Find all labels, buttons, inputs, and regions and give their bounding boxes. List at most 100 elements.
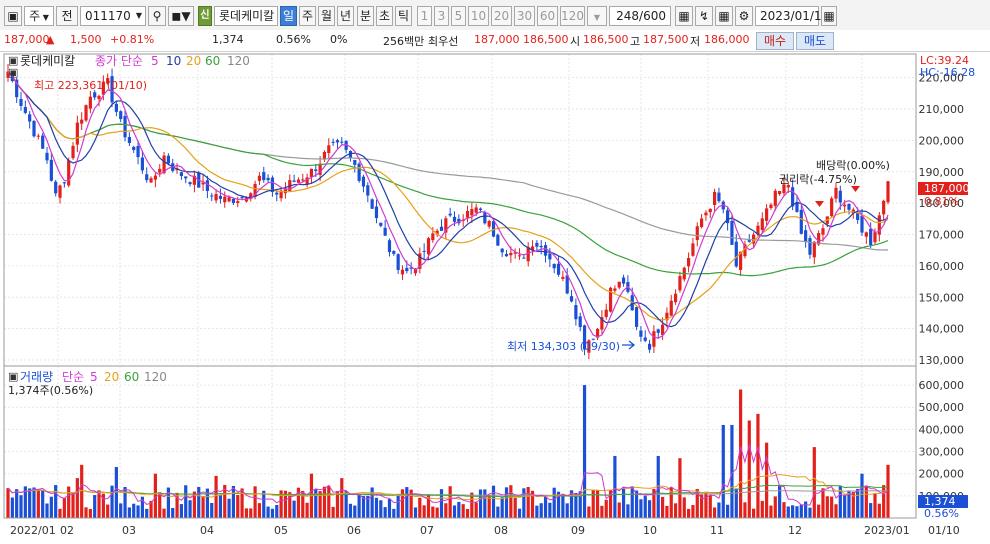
- volume-bar: [856, 488, 860, 518]
- expand-icon[interactable]: ▣: [4, 6, 22, 26]
- x-tick-label: 04: [200, 524, 214, 537]
- candle-body: [669, 300, 673, 316]
- volume-bar: [266, 506, 270, 518]
- candle-body: [791, 187, 795, 207]
- volume-pct: 0.56%: [276, 33, 311, 46]
- current-price: 187,000: [4, 33, 50, 46]
- minute-option-3[interactable]: 3: [434, 6, 449, 26]
- candle-body: [574, 305, 578, 320]
- volume-bar: [535, 505, 539, 518]
- volume-bar: [721, 424, 725, 518]
- layout-icon[interactable]: ▦: [715, 6, 733, 26]
- volume-bar: [45, 503, 49, 518]
- candle-body: [23, 106, 27, 113]
- volume-bar: [36, 489, 40, 518]
- volume-bar: [708, 494, 712, 518]
- tab-minute[interactable]: 분: [357, 6, 374, 26]
- volume-bar: [743, 502, 747, 518]
- volume-bar: [210, 502, 214, 518]
- volume-bar: [817, 504, 821, 518]
- turnover-pct: 0%: [330, 33, 348, 46]
- volume-bar: [513, 497, 517, 518]
- minute-option-1[interactable]: 1: [417, 6, 432, 26]
- search-icon[interactable]: ⚲: [148, 6, 166, 26]
- tab-year[interactable]: 년: [337, 6, 354, 26]
- candle-icon[interactable]: ▦: [675, 6, 693, 26]
- candle-body: [353, 159, 357, 165]
- volume-bar: [461, 504, 465, 518]
- chart-area[interactable]: 130,000 140,000 150,000 160,000 170,000 180,0…: [0, 52, 990, 541]
- candle-body: [387, 240, 392, 253]
- trade-amount: 256백만: [383, 35, 425, 48]
- high-price: 187,500: [643, 33, 689, 46]
- volume-bar: [405, 487, 409, 518]
- candle-body: [704, 212, 708, 216]
- volume-bar: [201, 496, 205, 518]
- volume-bar: [869, 503, 873, 518]
- candle-body: [834, 187, 838, 199]
- buy-button[interactable]: 매수: [756, 32, 794, 50]
- volume-bar: [331, 506, 335, 518]
- volume-bar: [769, 505, 773, 518]
- tab-week[interactable]: 주: [299, 6, 316, 26]
- candle-body: [708, 208, 712, 213]
- candle-body: [309, 168, 314, 177]
- stock-code-value: 011170: [85, 9, 131, 23]
- minute-option-120[interactable]: 120: [560, 6, 585, 26]
- current-volume-pct-tag: 0.56%: [924, 507, 959, 520]
- candle-body: [58, 185, 62, 198]
- volume-bar: [552, 487, 556, 518]
- tab-tick[interactable]: 틱: [395, 6, 412, 26]
- volume-bar: [214, 475, 218, 518]
- candle-body: [778, 191, 782, 195]
- volume-bar: [32, 487, 36, 518]
- volume-bar: [348, 503, 353, 518]
- x-tick-label: 06: [347, 524, 361, 537]
- sell-button[interactable]: 매도: [796, 32, 834, 50]
- volume-bar: [656, 455, 660, 518]
- candle-body: [695, 226, 699, 241]
- x-tick-label: 05: [274, 524, 288, 537]
- candle-body: [500, 248, 504, 253]
- candle-body: [41, 135, 45, 149]
- volume-bar: [136, 505, 140, 518]
- new-badge: 신: [198, 6, 212, 26]
- stock-chart-svg[interactable]: 130,000140,000150,000160,000170,000180,0…: [0, 52, 990, 541]
- volume-bar: [673, 503, 678, 518]
- volume-bar: [704, 491, 708, 518]
- volume-bar: [58, 508, 62, 518]
- minute-option-60[interactable]: 60: [537, 6, 558, 26]
- minute-option-5[interactable]: 5: [451, 6, 466, 26]
- minute-option-10[interactable]: 10: [468, 6, 489, 26]
- period-dropdown[interactable]: ▼: [587, 6, 607, 26]
- minute-option-30[interactable]: 30: [514, 6, 535, 26]
- volume-bar: [539, 503, 543, 518]
- candle-body: [379, 222, 383, 226]
- candle-body: [374, 206, 379, 219]
- price-tick-label: 130,000: [919, 354, 965, 367]
- tab-month[interactable]: 월: [318, 6, 335, 26]
- calendar-icon[interactable]: ▦: [821, 6, 837, 26]
- volume-bar: [357, 494, 361, 518]
- sound-icon[interactable]: ◼▼: [168, 6, 194, 26]
- x-tick-label: 03: [122, 524, 136, 537]
- tab-day[interactable]: 일: [280, 6, 297, 26]
- chart-type-select[interactable]: 주 ▼: [24, 6, 54, 26]
- tab-second[interactable]: 초: [376, 6, 393, 26]
- volume-value: 1,374: [212, 33, 244, 46]
- candle-body: [292, 180, 296, 182]
- x-tick-label: 07: [420, 524, 434, 537]
- volume-bar: [825, 496, 829, 518]
- candle-body: [97, 95, 101, 100]
- date-input[interactable]: 2023/01/10: [755, 6, 829, 26]
- minute-option-20[interactable]: 20: [491, 6, 512, 26]
- stock-code-input[interactable]: 011170 ▼: [80, 6, 146, 26]
- prev-button[interactable]: 전: [56, 6, 78, 26]
- candle-body: [561, 276, 565, 279]
- candle-body: [236, 201, 240, 204]
- volume-bar: [882, 485, 886, 518]
- volume-bar: [387, 498, 392, 518]
- best-ask: 187,000: [474, 33, 520, 46]
- gear-icon[interactable]: ⚙: [735, 6, 753, 26]
- chart-settings-icon[interactable]: ↯: [695, 6, 713, 26]
